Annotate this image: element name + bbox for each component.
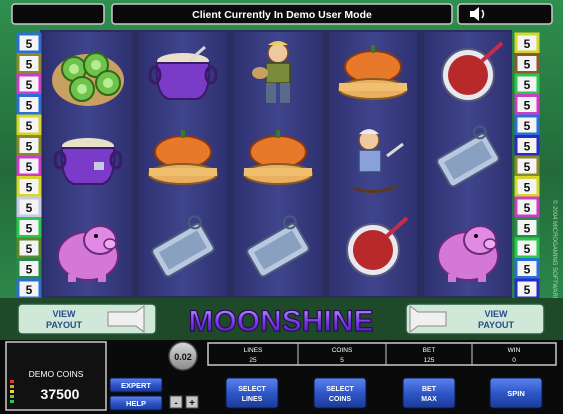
left-payline-number: 5 — [26, 99, 33, 113]
bet-value: 125 — [424, 357, 435, 364]
right-payline-number: 5 — [524, 99, 531, 113]
right-payline-number: 5 — [524, 37, 531, 51]
copyright-text: © 2004 MICROGAMING SOFTWARE — [551, 200, 558, 301]
view-payout-left-button[interactable]: VIEW PAYOUT — [17, 303, 157, 335]
win-value: 0 — [512, 357, 516, 364]
help-label: HELP — [126, 399, 146, 408]
view-payout-right-line2: PAYOUT — [478, 320, 515, 330]
top-bar: MENU Client Currently In Demo User Mode — [11, 3, 553, 25]
slot-machine: MENU Client Currently In Demo User Mode — [0, 0, 563, 414]
help-button[interactable]: HELP — [109, 395, 163, 411]
left-payline-number: 5 — [26, 140, 33, 154]
lines-value: 25 — [249, 357, 257, 364]
left-payline-number: 5 — [26, 283, 33, 297]
demo-coins-panel: DEMO COINS 37500 — [5, 341, 107, 411]
right-payline-number: 5 — [524, 201, 531, 215]
coins-value: 5 — [340, 357, 344, 364]
right-payline-number: 5 — [524, 160, 531, 174]
right-payline-number: 5 — [524, 242, 531, 256]
select-coins-button[interactable]: SELECT COINS — [313, 377, 367, 409]
left-payline-number: 5 — [26, 181, 33, 195]
view-payout-left-line1: VIEW — [52, 309, 76, 319]
demo-coins-value: 37500 — [41, 386, 80, 402]
bet-max-label-1: BET — [422, 386, 437, 393]
lines-label: LINES — [244, 347, 263, 354]
game-logo: MOONSHINE — [188, 305, 373, 338]
view-payout-right-button[interactable]: VIEW PAYOUT — [405, 303, 545, 335]
spin-label: SPIN — [507, 389, 525, 398]
left-payline-markers: 5 5 5 5 5 5 5 5 5 5 5 5 5 — [16, 32, 42, 300]
left-payline-number: 5 — [26, 201, 33, 215]
select-lines-label-2: LINES — [242, 396, 263, 403]
view-payout-left-line2: PAYOUT — [46, 320, 83, 330]
select-lines-label-1: SELECT — [238, 386, 266, 393]
right-payline-number: 5 — [524, 119, 531, 133]
left-payline-number: 5 — [26, 222, 33, 236]
left-payline-number: 5 — [26, 160, 33, 174]
select-lines-button[interactable]: SELECT LINES — [225, 377, 279, 409]
bet-max-button[interactable]: BET MAX — [402, 377, 456, 409]
right-payline-markers: 5 5 5 5 5 5 5 5 5 5 5 5 5 — [514, 32, 540, 300]
coin-value-text: 0.02 — [174, 352, 192, 362]
right-payline-number: 5 — [524, 140, 531, 154]
expert-label: EXPERT — [121, 381, 151, 390]
left-payline-number: 5 — [26, 58, 33, 72]
right-payline-number: 5 — [524, 283, 531, 297]
stats-bar: LINES 25 COINS 5 BET 125 WIN 0 — [207, 342, 557, 366]
coins-label: COINS — [332, 347, 353, 354]
menu-label: MENU — [43, 10, 72, 21]
right-payline-number: 5 — [524, 181, 531, 195]
bet-label: BET — [423, 347, 436, 354]
select-coins-label-2: COINS — [329, 396, 352, 403]
spin-button[interactable]: SPIN — [489, 377, 543, 409]
left-payline-number: 5 — [26, 263, 33, 277]
right-payline-number: 5 — [524, 78, 531, 92]
view-payout-right-line1: VIEW — [484, 309, 508, 319]
bet-max-label-2: MAX — [421, 396, 437, 403]
select-coins-label-1: SELECT — [326, 386, 354, 393]
win-label: WIN — [508, 347, 521, 354]
status-text: Client Currently In Demo User Mode — [192, 9, 372, 21]
minus-icon: - — [174, 398, 177, 409]
right-payline-number: 5 — [524, 263, 531, 277]
right-payline-number: 5 — [524, 58, 531, 72]
coin-value-display[interactable]: 0.02 — [168, 341, 198, 371]
right-payline-number: 5 — [524, 222, 531, 236]
moonshine-pot-icon — [53, 138, 123, 185]
left-payline-number: 5 — [26, 78, 33, 92]
left-payline-number: 5 — [26, 119, 33, 133]
left-payline-number: 5 — [26, 242, 33, 256]
plus-icon: + — [189, 398, 195, 409]
left-payline-number: 5 — [26, 37, 33, 51]
demo-coins-label: DEMO COINS — [29, 369, 84, 379]
expert-button[interactable]: EXPERT — [109, 377, 163, 393]
